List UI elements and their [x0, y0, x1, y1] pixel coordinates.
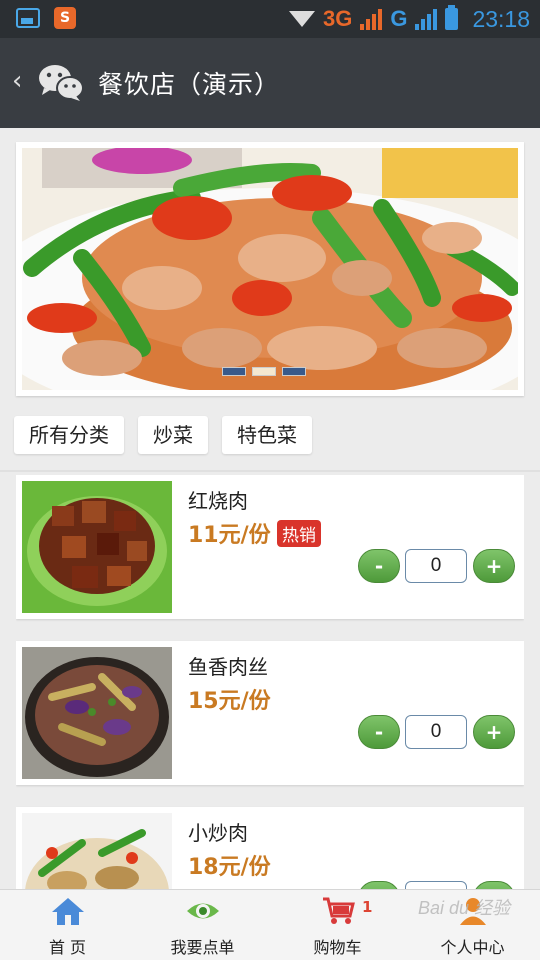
- dish-item-xiaochaorou[interactable]: 小炒肉 18元/份 - 0 +: [16, 807, 524, 889]
- decrease-button[interactable]: -: [358, 715, 400, 749]
- eye-icon: [186, 903, 219, 919]
- battery-icon: [445, 5, 459, 30]
- nav-home[interactable]: 首 页: [0, 890, 135, 960]
- watermark: Bai du 经验: [417, 898, 510, 918]
- increase-button[interactable]: +: [473, 881, 515, 889]
- wifi-icon: [288, 11, 315, 27]
- banner-food-image: [22, 148, 518, 390]
- banner-carousel[interactable]: [16, 142, 524, 396]
- increase-button[interactable]: +: [473, 715, 515, 749]
- dish-name: 鱼香肉丝: [188, 655, 268, 679]
- dish-price: 15元/份: [188, 689, 271, 714]
- quantity-input[interactable]: 0: [405, 715, 467, 749]
- carousel-dot-3[interactable]: [282, 367, 306, 376]
- dish-name: 小炒肉: [188, 821, 248, 845]
- dish-item-hongshaorou[interactable]: 红烧肉 11元/份 热销 - 0 +: [16, 475, 524, 619]
- category-all[interactable]: 所有分类: [14, 416, 124, 454]
- app-notification-icon: S: [54, 7, 76, 29]
- wechat-icon: [39, 65, 84, 101]
- dish-price: 11元/份: [188, 523, 271, 548]
- page-title: 餐饮店（演示）: [98, 70, 281, 99]
- back-button[interactable]: ‹: [12, 66, 22, 96]
- home-icon: [51, 898, 84, 925]
- title-bar: ‹ 餐饮店（演示）: [0, 38, 540, 128]
- category-stir-fry[interactable]: 炒菜: [138, 416, 208, 454]
- quantity-input[interactable]: 0: [405, 881, 467, 889]
- increase-button[interactable]: +: [473, 549, 515, 583]
- dish-list[interactable]: 红烧肉 11元/份 热销 - 0 + 鱼香肉丝 15元/份 - 0 + 小炒肉 …: [16, 475, 524, 889]
- dish-name: 红烧肉: [188, 489, 248, 513]
- status-bar: S 3G G 23:18: [0, 0, 540, 38]
- carousel-dot-2[interactable]: [252, 367, 276, 376]
- signal-icon: [360, 8, 383, 30]
- dish-image: [22, 647, 172, 779]
- dish-item-yuxiangrousi[interactable]: 鱼香肉丝 15元/份 - 0 +: [16, 641, 524, 785]
- category-specialty[interactable]: 特色菜: [222, 416, 312, 454]
- dish-image: [22, 813, 172, 889]
- nav-home-label: 首 页: [48, 938, 87, 957]
- nav-order[interactable]: 我要点单: [135, 890, 270, 960]
- carousel-indicator[interactable]: [222, 367, 306, 376]
- bottom-nav: 首 页 我要点单 1 购物车 个人中心 Bai du 经验: [0, 889, 540, 960]
- divider: [0, 470, 540, 472]
- hot-badge: 热销: [277, 520, 321, 547]
- dish-image: [22, 481, 172, 613]
- cart-icon: [322, 897, 355, 924]
- category-bar: 所有分类 炒菜 特色菜: [14, 416, 312, 454]
- cart-count-badge: 1: [362, 898, 373, 916]
- status-time: 23:18: [472, 5, 530, 32]
- nav-cart[interactable]: 1 购物车: [270, 890, 405, 960]
- nav-order-label: 我要点单: [170, 938, 235, 957]
- carousel-dot-1[interactable]: [222, 367, 246, 376]
- nav-profile-label: 个人中心: [440, 938, 505, 957]
- nav-cart-label: 购物车: [313, 938, 362, 957]
- dish-price: 18元/份: [188, 855, 271, 880]
- signal-icon-2: [415, 8, 438, 30]
- decrease-button[interactable]: -: [358, 881, 400, 889]
- gallery-notification-icon: [16, 8, 40, 28]
- decrease-button[interactable]: -: [358, 549, 400, 583]
- network-g-label: G: [390, 6, 408, 31]
- quantity-input[interactable]: 0: [405, 549, 467, 583]
- network-3g-label: 3G: [322, 6, 353, 31]
